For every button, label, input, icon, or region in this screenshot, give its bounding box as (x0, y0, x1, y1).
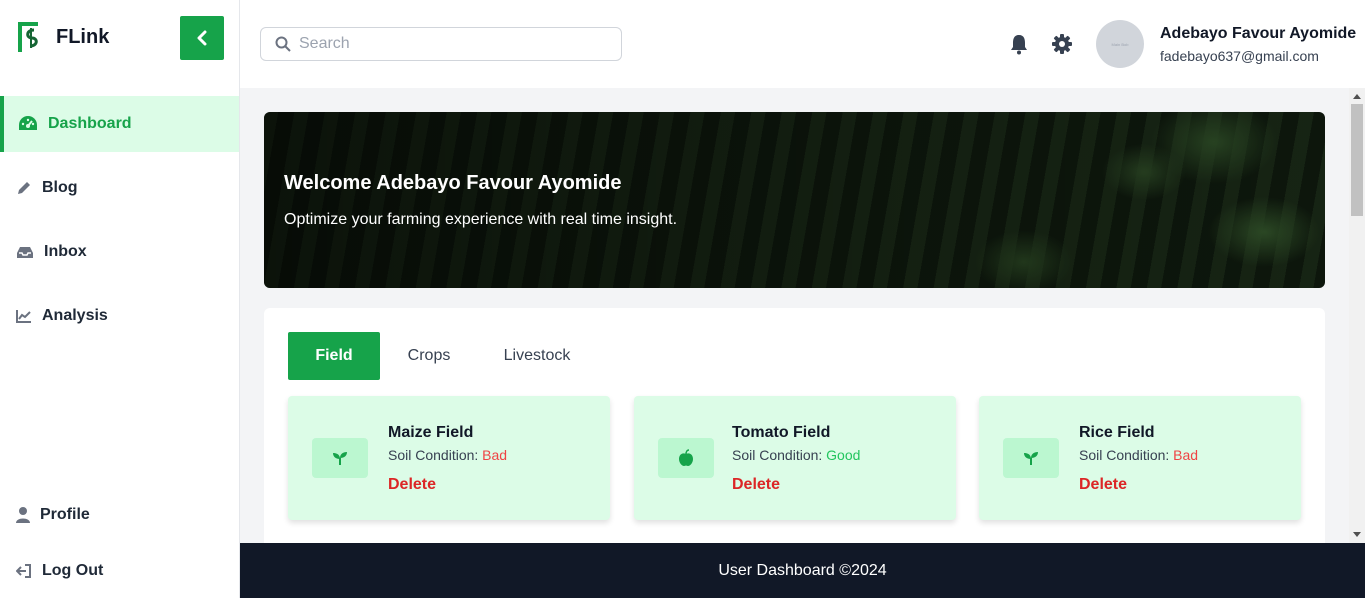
soil-value: Bad (1173, 447, 1199, 463)
search-box[interactable] (260, 27, 622, 61)
user-email: fadebayo637@gmail.com (1160, 48, 1319, 64)
scroll-up-arrow-icon[interactable] (1353, 94, 1361, 99)
field-name: Rice Field (1079, 424, 1155, 441)
sidebar-item-label: Blog (42, 179, 78, 196)
card-icon-box (658, 438, 714, 478)
soil-condition: Soil Condition: Good (732, 447, 860, 463)
card-icon-box (1003, 438, 1059, 478)
welcome-banner: Welcome Adebayo Favour Ayomide Optimize … (264, 112, 1325, 288)
user-name: Adebayo Favour Ayomide (1160, 25, 1357, 42)
chart-line-icon (16, 310, 31, 323)
sidebar-item-dashboard[interactable]: Dashboard (0, 96, 239, 152)
field-name: Tomato Field (732, 424, 831, 441)
sidebar-item-logout[interactable]: Log Out (0, 543, 239, 598)
logo-icon (18, 22, 38, 52)
search-input[interactable] (299, 35, 599, 53)
field-name: Maize Field (388, 424, 474, 441)
bell-icon[interactable] (1009, 33, 1029, 55)
avatar-text: Main Bob (1111, 41, 1129, 47)
chevron-left-icon (197, 30, 207, 46)
sidebar-item-blog[interactable]: Blog (0, 160, 239, 216)
field-card-rice[interactable]: Rice Field Soil Condition: Bad Delete (979, 396, 1301, 520)
fields-panel: Field Crops Livestock Maize Field Soil C… (264, 308, 1325, 568)
gear-icon[interactable] (1051, 33, 1073, 55)
sidebar-item-label: Inbox (44, 243, 87, 260)
sidebar-item-profile[interactable]: Profile (0, 487, 239, 543)
seedling-icon (333, 452, 347, 465)
brand-name: FLink (56, 25, 110, 48)
sidebar-item-label: Dashboard (48, 115, 132, 132)
logout-icon (16, 564, 31, 578)
top-header: Main Bob Adebayo Favour Ayomide fadebayo… (240, 0, 1365, 88)
gauge-icon (19, 116, 37, 130)
sidebar-item-analysis[interactable]: Analysis (0, 288, 239, 344)
scrollbar[interactable] (1349, 88, 1365, 543)
card-icon-box (312, 438, 368, 478)
sidebar-item-label: Log Out (42, 562, 104, 579)
apple-icon (679, 449, 693, 466)
soil-value: Good (826, 447, 861, 463)
soil-value: Bad (482, 447, 508, 463)
pencil-icon (18, 182, 30, 194)
sidebar: FLink Dashboard Blog Inbox Analysis Prof… (0, 0, 240, 598)
soil-condition: Soil Condition: Bad (388, 447, 507, 463)
tab-livestock[interactable]: Livestock (494, 332, 580, 380)
soil-label: Soil Condition: (1079, 447, 1170, 463)
tab-crops[interactable]: Crops (396, 332, 462, 380)
sidebar-item-label: Profile (40, 506, 90, 523)
scroll-thumb[interactable] (1351, 104, 1363, 216)
banner-subtitle: Optimize your farming experience with re… (284, 211, 678, 228)
sidebar-item-label: Analysis (42, 307, 108, 324)
soil-label: Soil Condition: (732, 447, 823, 463)
avatar[interactable]: Main Bob (1096, 20, 1144, 68)
delete-button[interactable]: Delete (388, 476, 436, 494)
sidebar-item-inbox[interactable]: Inbox (0, 224, 239, 280)
brand[interactable]: FLink (16, 20, 109, 54)
user-icon (16, 507, 30, 523)
delete-button[interactable]: Delete (732, 476, 780, 494)
field-card-maize[interactable]: Maize Field Soil Condition: Bad Delete (288, 396, 610, 520)
delete-button[interactable]: Delete (1079, 476, 1127, 494)
inbox-icon (17, 247, 33, 258)
footer: User Dashboard ©2024 (240, 543, 1365, 598)
banner-title: Welcome Adebayo Favour Ayomide (284, 172, 622, 194)
field-card-tomato[interactable]: Tomato Field Soil Condition: Good Delete (634, 396, 956, 520)
scroll-down-arrow-icon[interactable] (1353, 532, 1361, 537)
soil-condition: Soil Condition: Bad (1079, 447, 1198, 463)
search-icon (275, 36, 291, 52)
seedling-icon (1024, 452, 1038, 465)
collapse-sidebar-button[interactable] (180, 16, 224, 60)
footer-text: User Dashboard ©2024 (718, 561, 887, 579)
soil-label: Soil Condition: (388, 447, 479, 463)
tab-field[interactable]: Field (288, 332, 380, 380)
